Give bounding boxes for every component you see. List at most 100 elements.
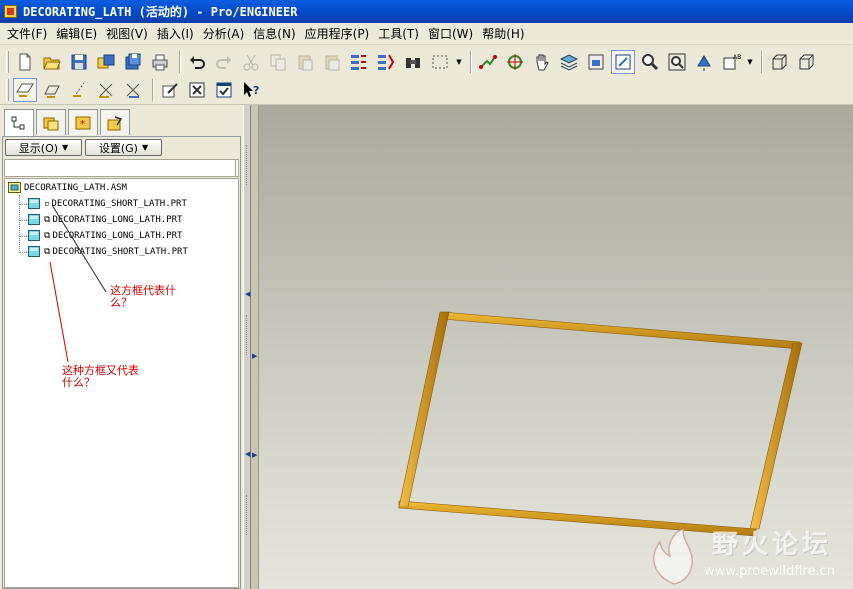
print-icon[interactable] [148, 50, 172, 74]
saved-views-dropdown-icon[interactable]: ▼ [746, 50, 754, 74]
regen-manager-icon[interactable] [374, 50, 398, 74]
tree-item-part[interactable]: ⧉ DECORATING_LONG_LATH.PRT [28, 212, 182, 227]
view-manager-icon[interactable] [584, 50, 608, 74]
tab-folder-browser[interactable] [36, 109, 66, 135]
selection-dropdown-icon[interactable]: ▼ [455, 50, 463, 74]
find-binoculars-icon[interactable] [401, 50, 425, 74]
annotation-edit-icon[interactable] [158, 78, 182, 102]
splitter-grip [246, 315, 249, 355]
long-lath-left[interactable] [398, 311, 450, 508]
menu-info[interactable]: 信息(N) [250, 25, 301, 42]
tree-column-header[interactable] [4, 159, 239, 177]
toolbar-grip [6, 79, 9, 101]
hidden-line-cube-icon[interactable] [794, 50, 818, 74]
menu-help[interactable]: 帮助(H) [479, 25, 530, 42]
datum-axes-icon[interactable] [40, 78, 64, 102]
menu-window[interactable]: 窗口(W) [425, 25, 479, 42]
annotation-text: 么？ [110, 296, 132, 309]
layers-icon[interactable] [557, 50, 581, 74]
long-lath-right[interactable] [749, 342, 803, 530]
paste-special-icon[interactable] [320, 50, 344, 74]
repaint-icon[interactable] [611, 49, 635, 74]
tree-connector [19, 236, 27, 237]
save-copy-icon[interactable] [94, 50, 118, 74]
part-icon [28, 230, 40, 241]
expand-arrow-icon[interactable]: ▶ [252, 451, 257, 459]
tab-model-tree[interactable] [4, 109, 34, 138]
datum-planes-icon[interactable] [13, 78, 37, 102]
menu-file[interactable]: 文件(F) [4, 25, 53, 42]
saved-views-icon[interactable]: AB [719, 50, 743, 74]
spin-center-icon[interactable] [503, 50, 527, 74]
backup-icon[interactable] [121, 50, 145, 74]
paste-icon[interactable] [293, 50, 317, 74]
copy-icon[interactable] [266, 50, 290, 74]
tree-item-part[interactable]: ▫ DECORATING_SHORT_LATH.PRT [28, 196, 187, 211]
column-resize-handle[interactable] [235, 160, 238, 176]
navigator-tabs: * [4, 109, 132, 138]
splitter-grip [246, 495, 249, 535]
splitter-grip [246, 145, 249, 185]
tree-item-part[interactable]: ⧉ DECORATING_SHORT_LATH.PRT [28, 244, 188, 259]
annotation-text: 什么？ [62, 376, 95, 389]
tree-root-assembly[interactable]: DECORATING_LATH.ASM [8, 180, 127, 195]
selection-box-icon[interactable] [428, 50, 452, 74]
collapse-arrow-icon[interactable]: ◀ [245, 290, 250, 298]
tab-favorites[interactable]: * [68, 109, 98, 135]
part-icon [28, 246, 40, 257]
redo-icon[interactable] [212, 50, 236, 74]
tree-root-label: DECORATING_LATH.ASM [24, 182, 127, 193]
show-dropdown-button[interactable]: 显示(O) ▼ [5, 139, 82, 156]
menu-insert[interactable]: 插入(I) [154, 25, 200, 42]
watermark-url: www.proewildfire.cn [704, 564, 835, 579]
expand-arrow-icon[interactable]: ▶ [252, 352, 257, 360]
regenerate-icon[interactable] [347, 50, 371, 74]
menu-tools[interactable]: 工具(T) [375, 25, 425, 42]
tab-connections[interactable] [100, 109, 130, 135]
navigator-panel: * 显示(O) ▼ 设置(G) ▼ DECORATING_LATH.ASM ▫ [0, 105, 243, 589]
settings-dropdown-button[interactable]: 设置(G) ▼ [85, 139, 162, 156]
context-help-icon[interactable]: ? [239, 78, 263, 102]
settings-dropdown-label: 设置(G) [98, 141, 138, 155]
lath-frame-model[interactable] [259, 105, 853, 589]
tree-connector [19, 252, 27, 253]
wireframe-cube-icon[interactable] [767, 50, 791, 74]
orient-icon[interactable] [692, 50, 716, 74]
menu-edit[interactable]: 编辑(E) [53, 25, 103, 42]
open-folder-icon[interactable] [40, 50, 64, 74]
toolbar-main: ▼ AB ▼ [0, 47, 853, 76]
window-title: DECORATING_LATH (活动的) - Pro/ENGINEER [23, 5, 298, 19]
menu-applications[interactable]: 应用程序(P) [302, 25, 376, 42]
spin-center-toggle-icon[interactable] [121, 78, 145, 102]
panel-splitter[interactable]: ◀ ◀ [243, 105, 251, 589]
pan-hand-icon[interactable] [530, 50, 554, 74]
cut-icon[interactable] [239, 50, 263, 74]
package-box-icon: ⧉ [44, 214, 51, 225]
zoom-in-icon[interactable] [638, 50, 662, 74]
new-file-icon[interactable] [13, 50, 37, 74]
toolbar-secondary: ? [0, 76, 853, 105]
collapse-arrow-icon[interactable]: ◀ [245, 450, 250, 458]
menu-view[interactable]: 视图(V) [103, 25, 154, 42]
zoom-fit-icon[interactable] [665, 50, 689, 74]
window-activate-icon[interactable] [212, 78, 236, 102]
undo-icon[interactable] [185, 50, 209, 74]
close-window-icon[interactable] [185, 78, 209, 102]
tree-item-label: DECORATING_LONG_LATH.PRT [52, 214, 183, 225]
annotation-question-1: 这方框代表什 么？ [110, 285, 176, 309]
menu-analysis[interactable]: 分析(A) [200, 25, 251, 42]
save-icon[interactable] [67, 50, 91, 74]
graphics-window[interactable] [259, 105, 853, 589]
tree-item-label: DECORATING_LONG_LATH.PRT [52, 230, 183, 241]
title-bar: DECORATING_LATH (活动的) - Pro/ENGINEER [0, 0, 853, 23]
svg-text:*: * [80, 119, 85, 130]
tree-item-part[interactable]: ⧉ DECORATING_LONG_LATH.PRT [28, 228, 182, 243]
datum-display-icon[interactable] [476, 50, 500, 74]
model-tree-panel: 显示(O) ▼ 设置(G) ▼ DECORATING_LATH.ASM ▫ DE… [2, 136, 241, 589]
browser-splitter[interactable]: ▶ ▶ [251, 105, 259, 589]
short-lath-top[interactable] [441, 311, 801, 350]
tree-item-label: DECORATING_SHORT_LATH.PRT [52, 246, 188, 257]
datum-csys-icon[interactable] [94, 78, 118, 102]
flame-logo-icon [653, 526, 693, 585]
datum-points-icon[interactable] [67, 78, 91, 102]
